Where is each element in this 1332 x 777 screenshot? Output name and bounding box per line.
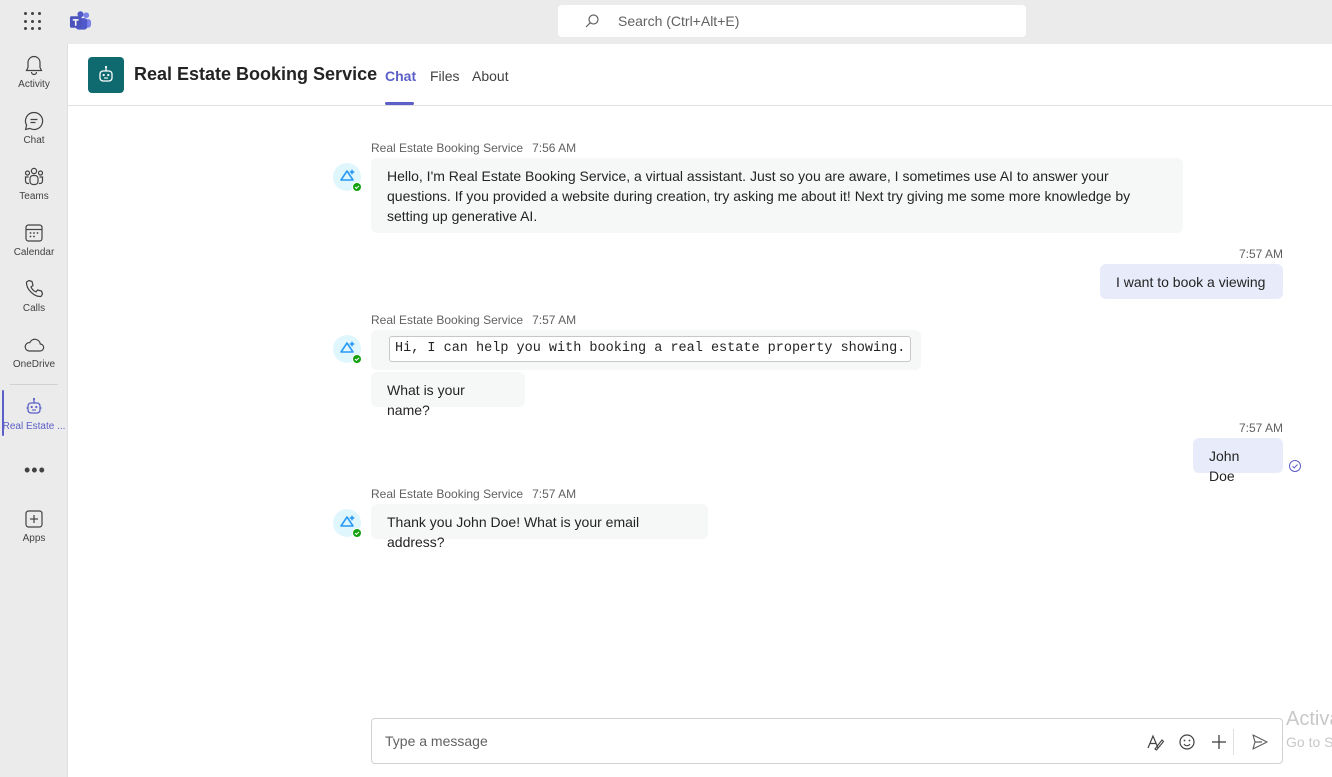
app-launcher-icon[interactable] <box>24 12 44 32</box>
rail-divider <box>10 384 58 385</box>
left-rail: Activity Chat Teams Calendar Calls OneDr… <box>0 44 68 777</box>
message-text: I want to book a viewing <box>1116 274 1266 290</box>
rail-item-calendar[interactable]: Calendar <box>0 222 68 274</box>
rail-label: Calls <box>22 303 46 314</box>
app-header: Real Estate Booking Service Chat Files A… <box>68 44 1332 106</box>
bot-icon <box>26 397 42 414</box>
rail-label: Teams <box>19 191 49 202</box>
chat-icon <box>24 111 44 131</box>
cloud-icon <box>24 338 45 352</box>
more-apps-icon[interactable]: ••• <box>24 460 46 481</box>
code-snippet: Hi, I can help you with booking a real e… <box>389 336 912 362</box>
rail-item-real-estate-app[interactable]: Real Estate ... <box>0 390 68 448</box>
app-avatar <box>88 57 124 93</box>
bell-icon <box>25 55 43 76</box>
send-button[interactable] <box>1249 731 1271 753</box>
tab-chat[interactable]: Chat <box>385 68 416 84</box>
message-text: Thank you John Doe! What is your email a… <box>387 514 640 550</box>
tab-files[interactable]: Files <box>430 68 460 84</box>
message-meta: Real Estate Booking Service 7:57 AM <box>371 487 576 501</box>
seen-check-icon <box>1289 460 1301 472</box>
search-box[interactable]: Search (Ctrl+Alt+E) <box>558 5 1026 37</box>
top-bar: Search (Ctrl+Alt+E) <box>0 0 1332 44</box>
rail-item-apps[interactable]: Apps <box>0 508 68 560</box>
message-text: Hello, I'm Real Estate Booking Service, … <box>387 168 1131 224</box>
message-meta: Real Estate Booking Service 7:57 AM <box>371 313 576 327</box>
message-time: 7:57 AM <box>532 313 577 327</box>
user-message-bubble: I want to book a viewing <box>1100 264 1283 299</box>
search-icon <box>585 14 599 28</box>
sender-name: Real Estate Booking Service <box>371 487 524 501</box>
rail-label: Chat <box>23 135 45 146</box>
rail-item-onedrive[interactable]: OneDrive <box>0 334 68 386</box>
rail-label: Apps <box>22 533 46 544</box>
active-tab-indicator <box>385 102 414 105</box>
bot-message-bubble: Hi, I can help you with booking a real e… <box>371 330 921 370</box>
phone-icon <box>25 279 44 298</box>
bot-message-bubble: What is your name? <box>371 372 525 418</box>
message-time: 7:56 AM <box>532 141 577 155</box>
bot-message-bubble: Thank you John Doe! What is your email a… <box>371 504 708 550</box>
bot-avatar-icon[interactable] <box>332 334 364 366</box>
format-icon <box>1147 734 1165 751</box>
activation-watermark-subtext: Go to S <box>1286 734 1332 750</box>
rail-label: Calendar <box>13 247 55 258</box>
add-app-icon <box>25 510 43 528</box>
rail-item-calls[interactable]: Calls <box>0 278 68 330</box>
emoji-icon <box>1179 734 1195 750</box>
compose-box <box>371 718 1283 764</box>
rail-label: Activity <box>18 79 50 90</box>
rail-item-chat[interactable]: Chat <box>0 110 68 162</box>
sender-name: Real Estate Booking Service <box>371 141 524 155</box>
message-time: 7:57 AM <box>1238 247 1283 261</box>
message-time: 7:57 AM <box>1238 421 1283 435</box>
search-placeholder: Search (Ctrl+Alt+E) <box>618 13 740 29</box>
attach-button[interactable] <box>1208 731 1230 753</box>
bot-icon <box>99 65 113 82</box>
rail-label: OneDrive <box>12 359 56 370</box>
message-text: What is your name? <box>387 382 465 418</box>
compose-divider <box>1233 729 1234 755</box>
user-message-bubble: John Doe <box>1193 438 1283 484</box>
bot-message-bubble: Hello, I'm Real Estate Booking Service, … <box>371 158 1183 233</box>
tab-about[interactable]: About <box>472 68 509 84</box>
rail-item-activity[interactable]: Activity <box>0 54 68 106</box>
bot-avatar-icon[interactable] <box>332 508 364 540</box>
bot-avatar-icon[interactable] <box>332 162 364 194</box>
message-time: 7:57 AM <box>532 487 577 501</box>
sender-name: Real Estate Booking Service <box>371 313 524 327</box>
rail-label: Real Estate ... <box>2 421 66 432</box>
teams-logo-icon <box>69 11 92 30</box>
message-text: John Doe <box>1209 448 1240 484</box>
rail-item-teams[interactable]: Teams <box>0 166 68 218</box>
calendar-icon <box>25 224 43 242</box>
teams-icon <box>24 167 44 186</box>
emoji-button[interactable] <box>1176 731 1198 753</box>
message-input[interactable] <box>385 733 1125 749</box>
plus-icon <box>1212 735 1226 749</box>
app-title: Real Estate Booking Service <box>134 64 378 84</box>
send-icon <box>1252 734 1268 750</box>
activation-watermark: Activa <box>1286 708 1332 730</box>
message-meta: Real Estate Booking Service 7:56 AM <box>371 141 576 155</box>
format-button[interactable] <box>1144 731 1166 753</box>
